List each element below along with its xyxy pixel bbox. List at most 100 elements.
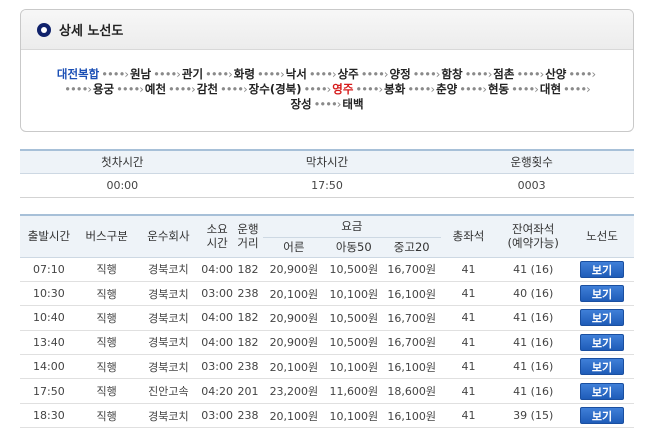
route-map-cell: 보기 (570, 378, 634, 404)
route-separator-icon: ••••› (168, 82, 196, 96)
fare-child-cell: 10,500원 (324, 330, 383, 356)
last-bus-header: 막차시간 (224, 150, 430, 174)
depart-time-cell: 17:50 (20, 378, 78, 404)
duration-header-line1: 소요 (206, 222, 228, 237)
table-row: 07:10 직행 경북코치 04:00 182 20,900원 10,500원 16,700원… (20, 257, 634, 282)
route-stop: 현동 (487, 82, 510, 96)
last-bus-time: 17:50 (224, 173, 430, 198)
route-stop: 예천 (144, 82, 167, 96)
total-seats-cell: 41 (440, 281, 497, 307)
route-separator-icon: ••••› (355, 82, 383, 96)
table-row: 10:40 직행 경북코치 04:00 182 20,900원 10,500원 16,700원… (20, 305, 634, 331)
company-cell: 경북코치 (135, 257, 202, 282)
bus-type-cell: 직행 (77, 378, 136, 404)
distance-cell: 238 (233, 281, 263, 307)
bus-type-cell: 직행 (77, 403, 136, 429)
fare-adult-cell: 20,100원 (262, 354, 325, 380)
fare-child-cell: 10,100원 (324, 403, 383, 429)
bus-type-cell: 직행 (77, 354, 136, 380)
duration-cell: 03:00 (201, 354, 233, 380)
route-stop: 양정 (389, 67, 411, 81)
route-map-cell: 보기 (570, 305, 634, 331)
fare-child-cell: 10,500원 (324, 257, 383, 282)
duration-cell: 04:20 (201, 378, 233, 404)
table-row: 13:40 직행 경북코치 04:00 182 20,900원 10,500원 16,700원… (20, 330, 634, 356)
fare-header: 요금 (262, 215, 441, 238)
route-map-cell: 보기 (570, 403, 634, 429)
route-separator-icon: ••••› (116, 82, 144, 96)
total-seats-cell: 41 (440, 330, 497, 356)
fare-child-cell: 11,600원 (324, 378, 383, 404)
route-stop: 화령 (233, 67, 255, 81)
view-route-button[interactable]: 보기 (580, 309, 625, 327)
total-seats-cell: 41 (440, 378, 497, 404)
company-header: 운수회사 (135, 215, 202, 258)
fare-student-cell: 18,600원 (382, 378, 441, 404)
view-route-button[interactable]: 보기 (580, 260, 625, 278)
fare-adult-cell: 20,100원 (262, 281, 325, 307)
route-line: 장성 ••••› 태백 (29, 97, 625, 112)
route-separator-icon: ••••› (205, 67, 233, 81)
trip-count-header: 운행횟수 (429, 150, 634, 174)
total-seats-cell: 41 (440, 257, 497, 282)
remaining-seats-cell: 41 (16) (496, 305, 571, 331)
view-route-button[interactable]: 보기 (580, 333, 625, 351)
depart-time-cell: 07:10 (20, 257, 78, 282)
route-stop: 봉화 (384, 82, 406, 96)
fare-student-cell: 16,100원 (382, 403, 441, 429)
route-stop-list: 대전복합 ••••› 원남 ••••› 관기 ••••› 화령 ••••› 낙서 ••••› 상주 •… (21, 50, 633, 112)
fare-student-header: 중고20 (382, 237, 441, 258)
remaining-header-line1: 잔여좌석 (512, 222, 555, 237)
distance-cell: 182 (233, 257, 263, 282)
route-map-header-col: 노선도 (570, 215, 634, 258)
route-separator-icon: ••••› (313, 97, 342, 111)
view-route-button[interactable]: 보기 (580, 358, 625, 376)
bus-type-header: 버스구분 (77, 215, 136, 258)
fare-adult-cell: 20,100원 (262, 403, 325, 429)
bullet-icon (37, 22, 51, 37)
route-stop: 대전복합 (56, 67, 100, 81)
route-separator-icon: ••••› (64, 82, 92, 96)
fare-adult-cell: 23,200원 (262, 378, 325, 404)
trip-count: 0003 (429, 173, 634, 198)
route-separator-icon: ••••› (459, 82, 487, 96)
route-separator-icon: ••••› (101, 67, 129, 81)
route-separator-icon: ••••› (511, 82, 539, 96)
depart-time-cell: 14:00 (20, 354, 78, 380)
company-cell: 경북코치 (135, 305, 202, 331)
route-stop: 산양 (545, 67, 567, 81)
fare-student-cell: 16,700원 (382, 330, 441, 356)
duration-cell: 03:00 (201, 281, 233, 307)
view-route-button[interactable]: 보기 (580, 382, 625, 400)
first-bus-time: 00:00 (20, 173, 225, 198)
route-stop: 원남 (129, 67, 152, 81)
company-cell: 경북코치 (135, 281, 202, 307)
remaining-seats-cell: 41 (16) (496, 257, 571, 282)
route-map-cell: 보기 (570, 257, 634, 282)
view-route-button[interactable]: 보기 (580, 285, 625, 303)
fare-student-cell: 16,100원 (382, 281, 441, 307)
depart-time-cell: 10:30 (20, 281, 78, 307)
duration-cell: 04:00 (201, 305, 233, 331)
total-seats-cell: 41 (440, 354, 497, 380)
route-stop: 점촌 (493, 67, 515, 81)
distance-header-line2: 거리 (237, 236, 259, 251)
fare-child-cell: 10,100원 (324, 281, 383, 307)
duration-cell: 04:00 (201, 330, 233, 356)
depart-time-cell: 13:40 (20, 330, 78, 356)
route-stop: 상주 (337, 67, 359, 81)
bus-type-cell: 직행 (77, 281, 136, 307)
route-stop: 장성 (290, 97, 312, 111)
bus-type-cell: 직행 (77, 330, 136, 356)
bus-type-cell: 직행 (77, 305, 136, 331)
schedule-table: 출발시간 버스구분 운수회사 소요 시간 운행 거리 요금 총좌석 잔여좌석 (예약가… (20, 214, 634, 429)
route-separator-icon: ••••› (412, 67, 441, 81)
route-separator-icon: ••••› (303, 82, 332, 96)
duration-header: 소요 시간 (201, 215, 233, 258)
route-map-header: 상세 노선도 (21, 10, 633, 50)
remaining-seats-cell: 41 (16) (496, 378, 571, 404)
distance-cell: 238 (233, 354, 263, 380)
route-map-cell: 보기 (570, 354, 634, 380)
view-route-button[interactable]: 보기 (580, 407, 625, 425)
table-row: 14:00 직행 경북코치 03:00 238 20,100원 10,100원 16,100원… (20, 354, 634, 380)
